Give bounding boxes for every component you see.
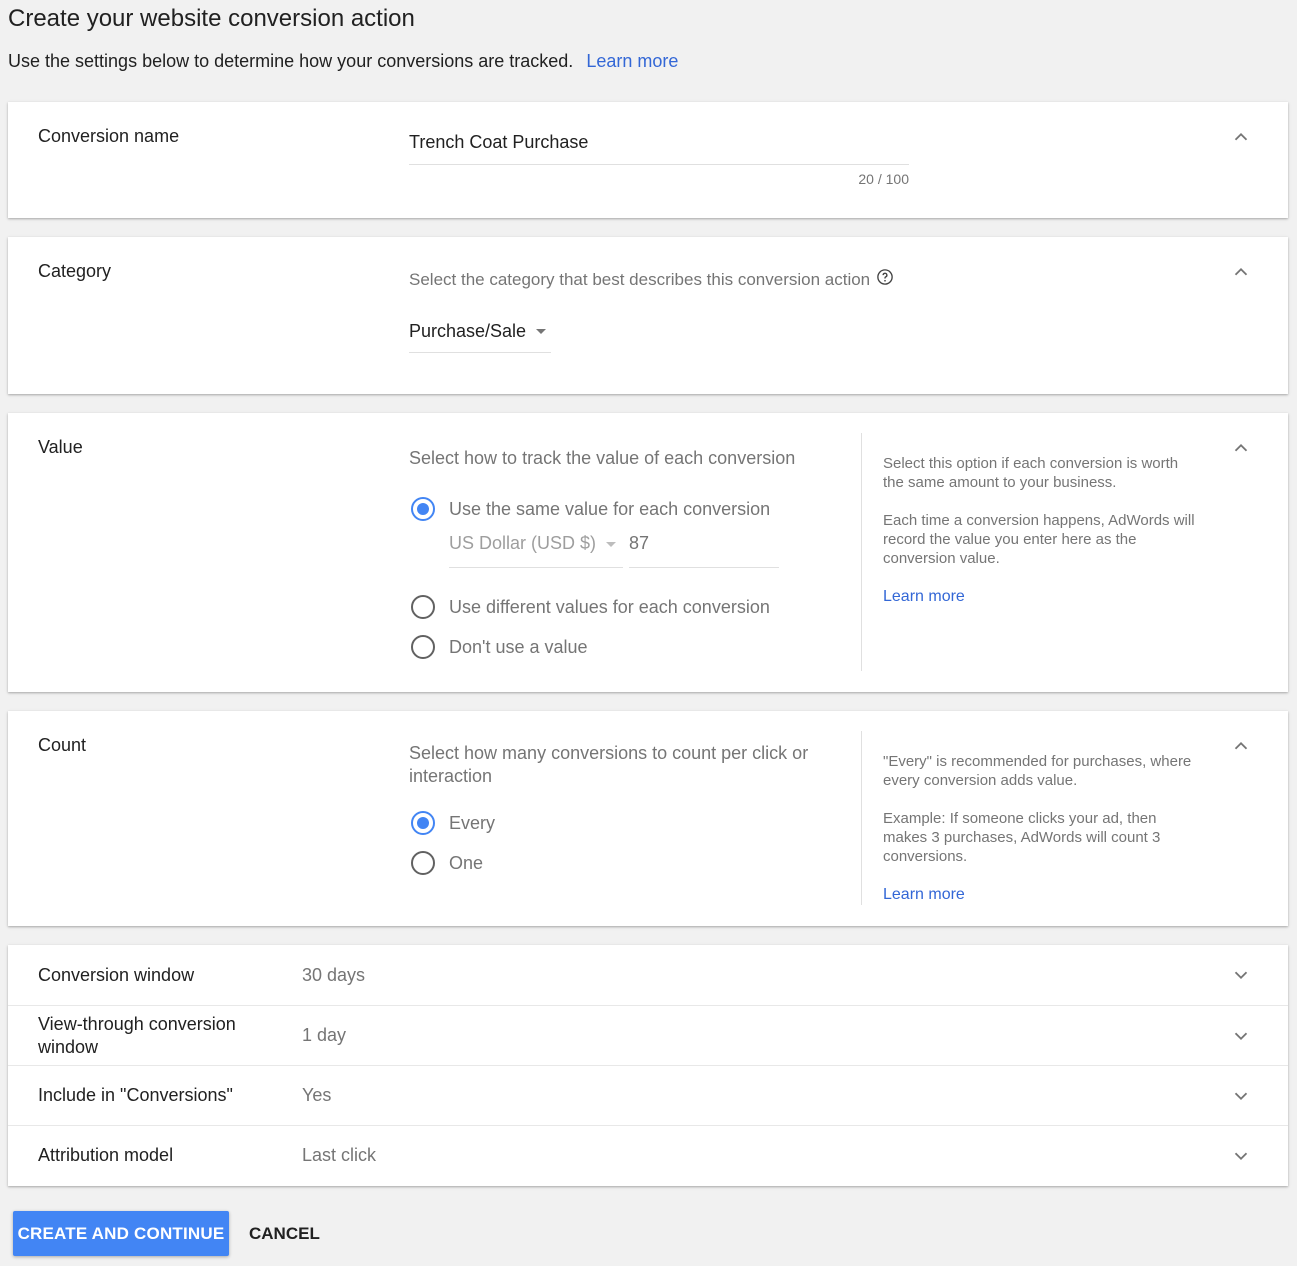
value-card: Value Select how to track the value of e… bbox=[8, 413, 1288, 692]
value-option-label: Don't use a value bbox=[449, 636, 588, 657]
chevron-down-icon[interactable] bbox=[1230, 1145, 1252, 1167]
help-text: Each time a conversion happens, AdWords … bbox=[883, 512, 1195, 567]
count-prompt: Select how many conversions to count per… bbox=[409, 743, 809, 786]
subtitle-text: Use the settings below to determine how … bbox=[8, 51, 574, 71]
category-label: Category bbox=[38, 261, 112, 281]
currency-select[interactable]: US Dollar (USD $) bbox=[449, 533, 623, 568]
chevron-up-icon[interactable] bbox=[1230, 735, 1252, 757]
value-amount-input[interactable]: 87 bbox=[629, 533, 779, 568]
radio-button-checked[interactable] bbox=[411, 497, 435, 521]
value-learn-more-link[interactable]: Learn more bbox=[883, 588, 965, 605]
conversion-name-field[interactable]: Trench Coat Purchase bbox=[409, 132, 909, 165]
value-label: Value bbox=[38, 437, 83, 457]
chevron-down-icon[interactable] bbox=[1230, 1085, 1252, 1107]
summary-value: 30 days bbox=[302, 964, 366, 985]
category-select[interactable]: Purchase/Sale bbox=[409, 321, 551, 353]
value-prompt: Select how to track the value of each co… bbox=[409, 448, 796, 468]
count-label: Count bbox=[38, 735, 87, 755]
help-text: "Every" is recommended for purchases, wh… bbox=[883, 753, 1192, 789]
chevron-down-icon[interactable] bbox=[1230, 964, 1252, 986]
radio-button[interactable] bbox=[411, 851, 435, 875]
page-title: Create your website conversion action bbox=[8, 5, 415, 32]
summary-value: Yes bbox=[302, 1085, 332, 1105]
value-option-same[interactable]: Use the same value for each conversion bbox=[411, 497, 770, 521]
value-option-different[interactable]: Use different values for each conversion bbox=[411, 595, 770, 619]
category-prompt: Select the category that best describes … bbox=[409, 268, 894, 290]
view-through-window-row[interactable]: View-through conversion window 1 day bbox=[8, 1005, 1288, 1065]
currency-value: US Dollar (USD $) bbox=[449, 533, 597, 553]
value-option-none[interactable]: Don't use a value bbox=[411, 635, 588, 659]
help-text: Select this option if each conversion is… bbox=[883, 455, 1179, 491]
header-learn-more-link[interactable]: Learn more bbox=[586, 51, 678, 71]
attribution-model-row[interactable]: Attribution model Last click bbox=[8, 1125, 1288, 1185]
category-selected-value: Purchase/Sale bbox=[409, 321, 527, 341]
summary-label: Include in "Conversions" bbox=[38, 1085, 233, 1105]
category-card: Category Select the category that best d… bbox=[8, 237, 1288, 394]
settings-summary-card: Conversion window 30 days View-through c… bbox=[8, 945, 1288, 1186]
radio-button[interactable] bbox=[411, 595, 435, 619]
conversion-name-value: Trench Coat Purchase bbox=[409, 132, 589, 152]
value-option-label: Use different values for each conversion bbox=[449, 596, 770, 617]
value-amount: 87 bbox=[629, 533, 650, 553]
count-card: Count Select how many conversions to cou… bbox=[8, 711, 1288, 926]
conversion-name-card: Conversion name Trench Coat Purchase 20 … bbox=[8, 102, 1288, 218]
count-help-panel: "Every" is recommended for purchases, wh… bbox=[861, 731, 1201, 905]
count-learn-more-link[interactable]: Learn more bbox=[883, 886, 965, 903]
summary-label: Attribution model bbox=[38, 1145, 174, 1165]
help-text: Example: If someone clicks your ad, then… bbox=[883, 810, 1161, 865]
char-counter: 20 / 100 bbox=[858, 171, 909, 187]
count-option-label: One bbox=[449, 852, 484, 873]
summary-label: View-through conversion window bbox=[38, 1013, 236, 1057]
summary-value: Last click bbox=[302, 1145, 377, 1165]
count-option-one[interactable]: One bbox=[411, 851, 483, 875]
radio-button-checked[interactable] bbox=[411, 811, 435, 835]
dropdown-arrow-icon bbox=[536, 329, 547, 334]
page-subtitle: Use the settings below to determine how … bbox=[8, 51, 678, 72]
include-in-conversions-row[interactable]: Include in "Conversions" Yes bbox=[8, 1065, 1288, 1125]
create-and-continue-button[interactable]: CREATE AND CONTINUE bbox=[13, 1211, 229, 1256]
value-help-panel: Select this option if each conversion is… bbox=[861, 433, 1201, 671]
category-prompt-text: Select the category that best describes … bbox=[409, 270, 871, 289]
cancel-button[interactable]: CANCEL bbox=[237, 1211, 332, 1256]
conversion-name-label: Conversion name bbox=[38, 126, 180, 146]
value-option-label: Use the same value for each conversion bbox=[449, 498, 771, 519]
count-option-every[interactable]: Every bbox=[411, 811, 495, 835]
chevron-up-icon[interactable] bbox=[1230, 437, 1252, 459]
count-option-label: Every bbox=[449, 812, 496, 833]
dropdown-arrow-icon bbox=[606, 542, 617, 547]
radio-button[interactable] bbox=[411, 635, 435, 659]
conversion-window-row[interactable]: Conversion window 30 days bbox=[8, 945, 1288, 1005]
chevron-up-icon[interactable] bbox=[1230, 126, 1252, 148]
chevron-down-icon[interactable] bbox=[1230, 1025, 1252, 1047]
help-circle-icon[interactable] bbox=[876, 268, 894, 286]
chevron-up-icon[interactable] bbox=[1230, 261, 1252, 283]
summary-value: 1 day bbox=[302, 1025, 347, 1045]
summary-label: Conversion window bbox=[38, 964, 195, 985]
